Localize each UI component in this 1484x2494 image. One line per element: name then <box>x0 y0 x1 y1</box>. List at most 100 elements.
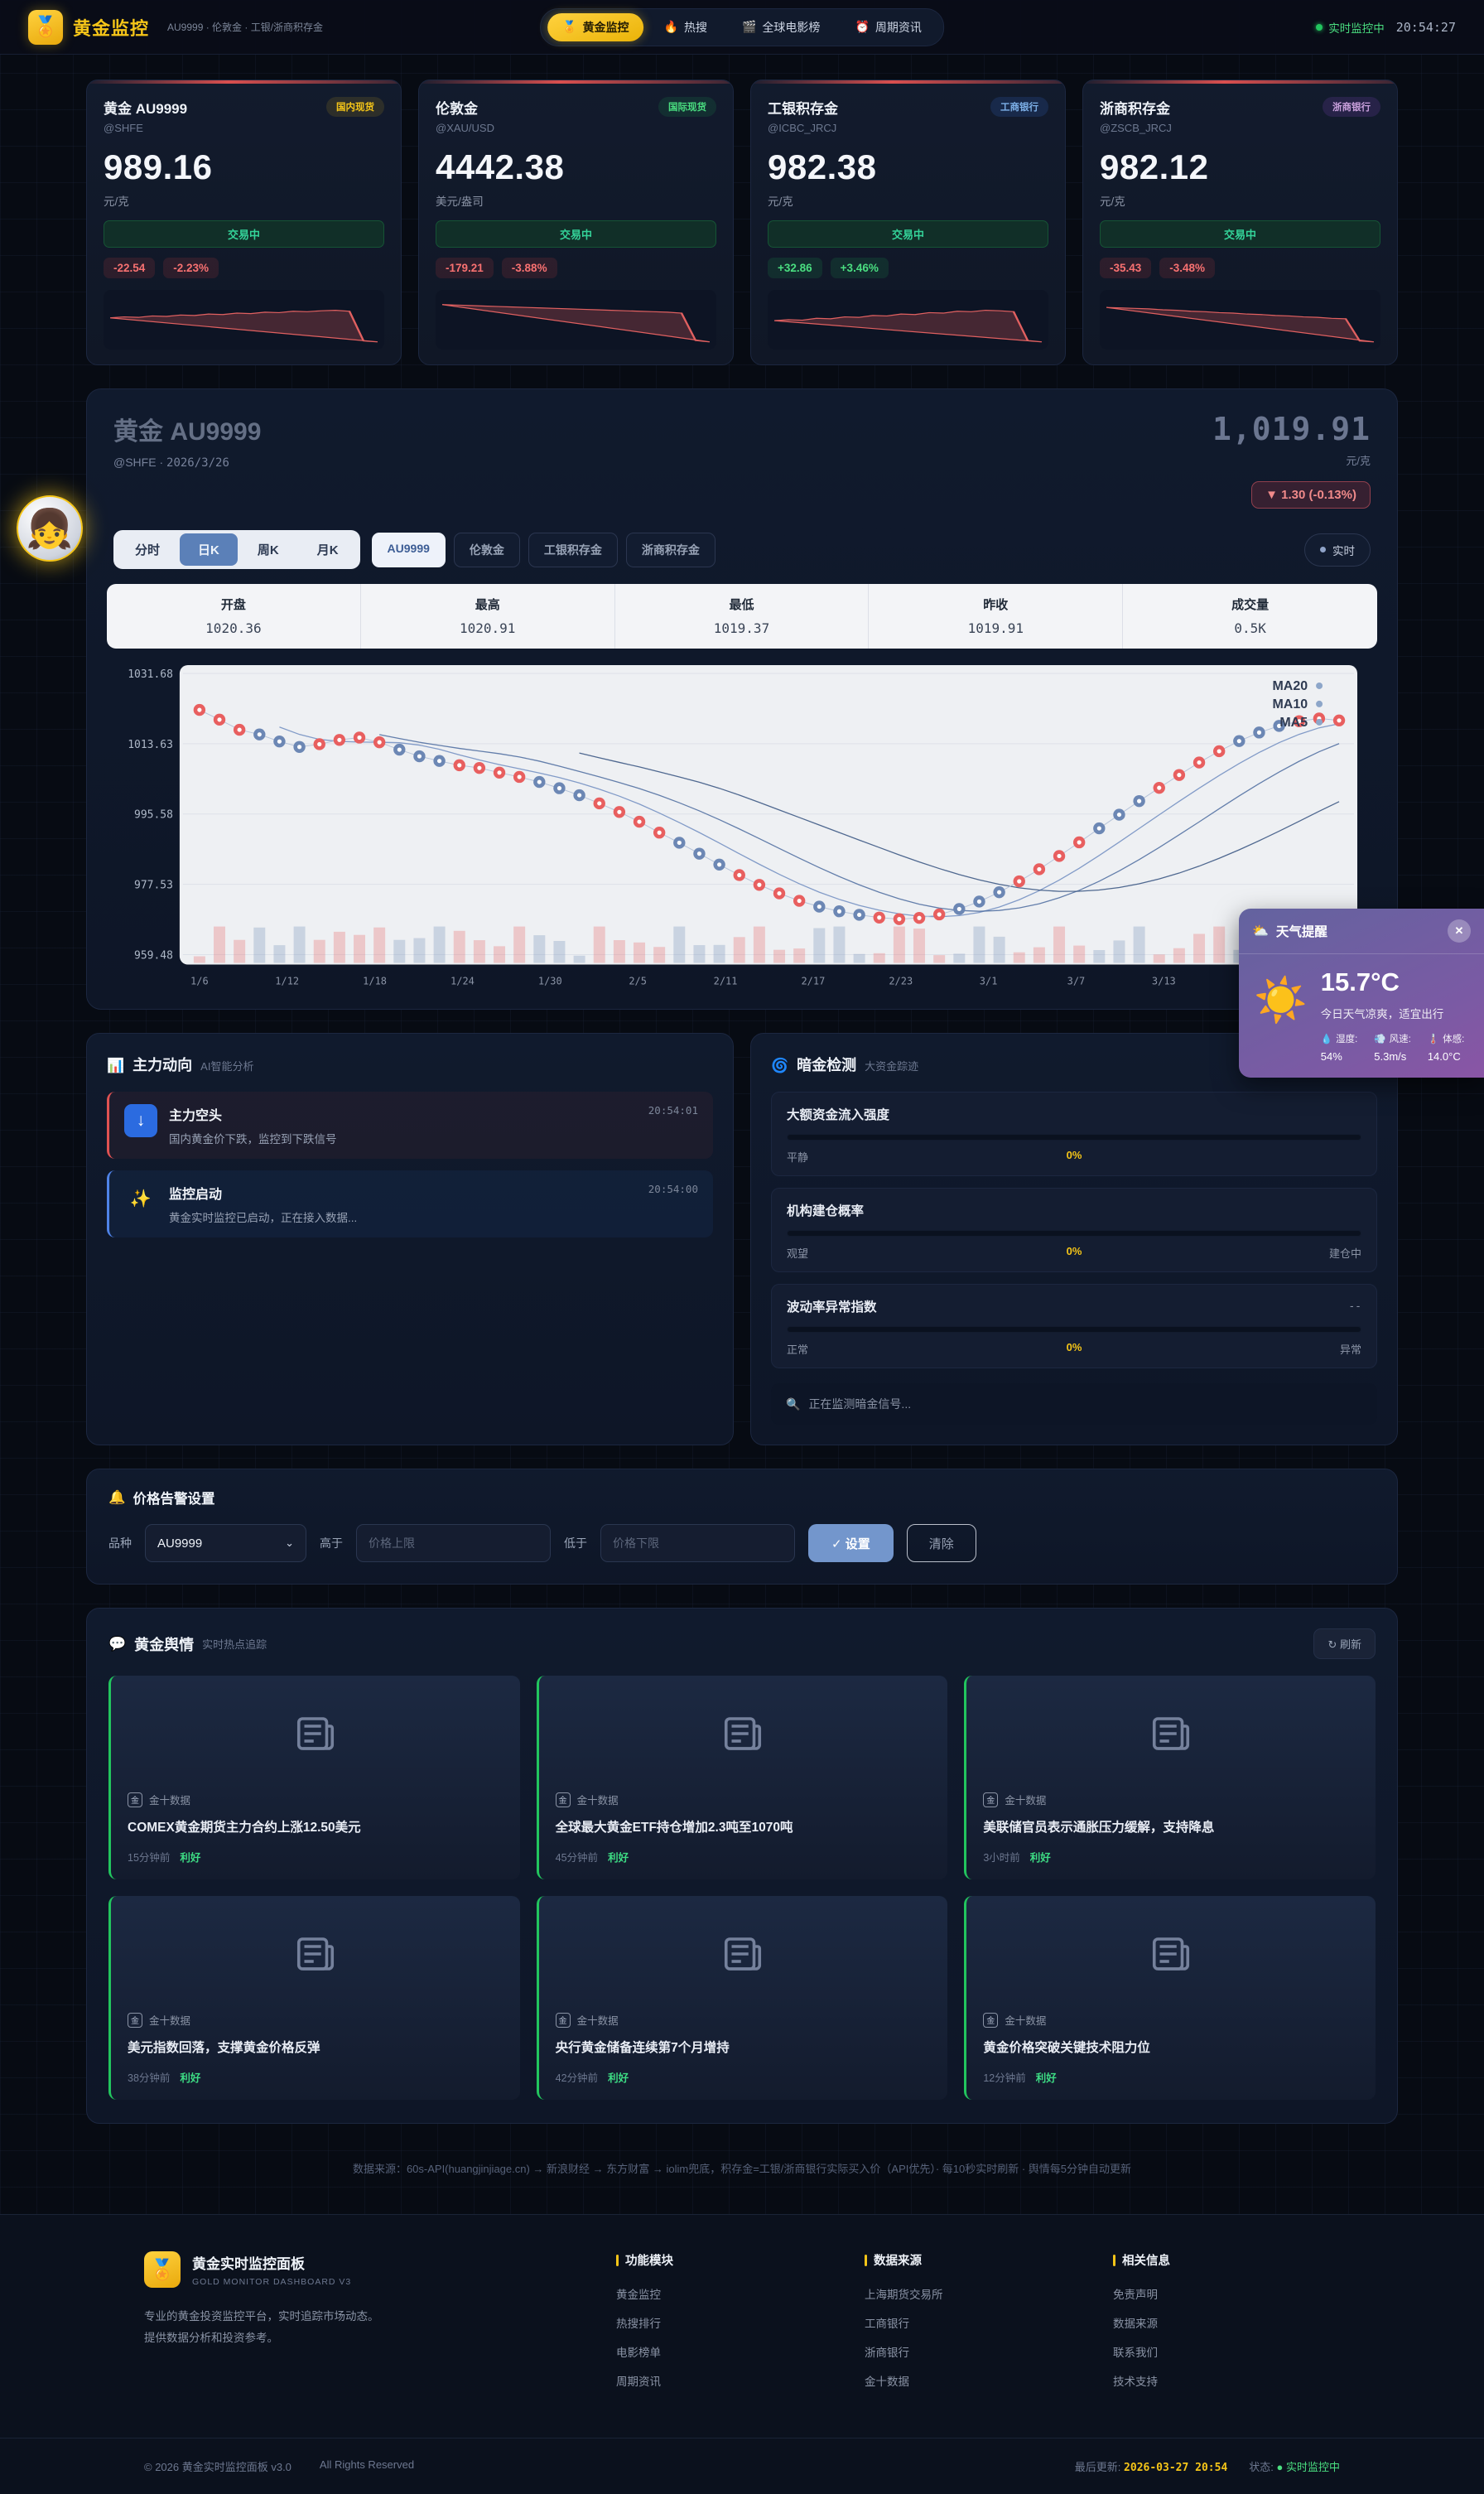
nav-tab-gold-monitor[interactable]: 🏅 黄金监控 <box>547 13 643 41</box>
period-tab-group: 分时 日K 周K 月K <box>113 530 360 569</box>
close-icon[interactable]: ✕ <box>1448 919 1471 943</box>
price-card-icbc[interactable]: 工银积存金 工商银行 @ICBC_JRCJ 982.38 元/克 交易中 +32… <box>750 80 1066 365</box>
footer-link[interactable]: 浙商银行 <box>865 2343 1113 2360</box>
footer-link[interactable]: 工商银行 <box>865 2314 1113 2331</box>
weather-title: 天气提醒 <box>1276 922 1327 940</box>
nav-tab-label: 全球电影榜 <box>762 19 820 36</box>
news-time: 15分钟前 <box>128 1849 170 1864</box>
app-title: 黄金监控 <box>73 14 149 41</box>
news-source: 金十数据 <box>149 1792 190 1807</box>
card-unit: 元/克 <box>104 192 384 209</box>
droplet-icon: 💧 <box>1321 1033 1332 1044</box>
news-source: 金十数据 <box>1005 1792 1046 1807</box>
tab-period-daily[interactable]: 日K <box>180 533 238 566</box>
card-title: 工银积存金 <box>768 97 838 118</box>
temperature: 15.7°C <box>1321 967 1465 997</box>
tab-instrument-au9999[interactable]: AU9999 <box>372 533 446 567</box>
chart-symbol-title: 黄金 AU9999 <box>113 411 261 447</box>
news-card[interactable]: 金金十数据黄金价格突破关键技术阻力位12分钟前利好 <box>964 1896 1376 2100</box>
panel-title: 暗金检测 <box>797 1054 856 1075</box>
symbol-select[interactable]: AU9999 ⌄ <box>145 1524 306 1562</box>
bell-icon: 🔔 <box>108 1490 126 1506</box>
footer-link[interactable]: 热搜排行 <box>616 2314 865 2331</box>
ohlc-stats-bar: 开盘1020.36 最高1020.91 最低1019.37 昨收1019.91 … <box>107 584 1377 649</box>
footer-link[interactable]: 上海期货交易所 <box>865 2285 1113 2302</box>
down-arrow-icon: ↓ <box>124 1104 157 1137</box>
change-percent: -2.23% <box>163 258 219 278</box>
cyclone-icon: 🌀 <box>771 1058 788 1074</box>
card-badge: 浙商银行 <box>1323 97 1380 117</box>
footer-link[interactable]: 技术支持 <box>1113 2372 1340 2389</box>
footer-brand-col: 🏅 黄金实时监控面板 GOLD MONITOR DASHBOARD V3 专业的… <box>144 2251 616 2401</box>
nav-tab-movies[interactable]: 🎬 全球电影榜 <box>727 13 835 41</box>
clear-alert-button[interactable]: 清除 <box>907 1524 976 1562</box>
feels-like-stat: 🌡️体感: 14.0°C <box>1428 1032 1465 1063</box>
stat-label: 成交量 <box>1123 596 1377 613</box>
sparkline <box>436 290 716 350</box>
card-code: @SHFE <box>104 122 384 134</box>
signal-title: 监控启动 <box>169 1183 357 1203</box>
footer-link[interactable]: 联系我们 <box>1113 2343 1340 2360</box>
news-card[interactable]: 金金十数据央行黄金储备连续第7个月增持42分钟前利好 <box>537 1896 948 2100</box>
jin10-source-icon: 金 <box>128 2013 142 2028</box>
tab-period-weekly[interactable]: 周K <box>239 533 297 566</box>
realtime-badge: 实时 <box>1304 533 1371 567</box>
card-badge: 工商银行 <box>990 97 1048 117</box>
trading-status: 交易中 <box>1100 220 1380 248</box>
signal-item-start[interactable]: ✨ 监控启动 黄金实时监控已启动，正在接入数据... 20:54:00 <box>107 1170 713 1237</box>
footer-link[interactable]: 电影榜单 <box>616 2343 865 2360</box>
symbol-label: 品种 <box>108 1535 132 1551</box>
refresh-button[interactable]: ↻ 刷新 <box>1313 1628 1376 1659</box>
news-card[interactable]: 金金十数据美联储官员表示通胀压力缓解，支持降息3小时前利好 <box>964 1676 1376 1879</box>
assistant-avatar[interactable]: 👧 <box>17 495 83 562</box>
top-navbar: 🏅 黄金监控 AU9999 · 伦敦金 · 工银/浙商积存金 🏅 黄金监控 🔥 … <box>0 0 1484 55</box>
footer-link[interactable]: 周期资讯 <box>616 2372 865 2389</box>
magnifier-icon: 🔍 <box>786 1397 800 1411</box>
jin10-source-icon: 金 <box>128 1792 142 1807</box>
footer-link[interactable]: 黄金监控 <box>616 2285 865 2302</box>
news-thumbnail <box>983 1676 1359 1792</box>
price-card-zscb[interactable]: 浙商积存金 浙商银行 @ZSCB_JRCJ 982.12 元/克 交易中 -35… <box>1082 80 1398 365</box>
news-card[interactable]: 金金十数据COMEX黄金期货主力合约上涨12.50美元15分钟前利好 <box>108 1676 520 1879</box>
newspaper-icon <box>720 1711 765 1756</box>
footer-link[interactable]: 数据来源 <box>1113 2314 1340 2331</box>
svg-text:1031.68: 1031.68 <box>128 668 173 681</box>
metric-fund-inflow: 大额资金流入强度 平静 0% <box>771 1092 1377 1176</box>
tab-period-minute[interactable]: 分时 <box>117 533 178 566</box>
tab-instrument-icbc[interactable]: 工银积存金 <box>528 533 618 567</box>
nav-tab-cycle-news[interactable]: ⏰ 周期资讯 <box>840 13 936 41</box>
tab-period-monthly[interactable]: 月K <box>299 533 357 566</box>
footer-link[interactable]: 金十数据 <box>865 2372 1113 2389</box>
live-status: 实时监控中 <box>1316 19 1385 36</box>
news-source: 金十数据 <box>1005 2012 1046 2028</box>
news-headline: 全球最大黄金ETF持仓增加2.3吨至1070吨 <box>556 1817 932 1836</box>
updated-time: 2026-03-27 20:54 <box>1124 2462 1227 2474</box>
news-card[interactable]: 金金十数据全球最大黄金ETF持仓增加2.3吨至1070吨45分钟前利好 <box>537 1676 948 1879</box>
footer-link[interactable]: 免责声明 <box>1113 2285 1340 2302</box>
jin10-source-icon: 金 <box>983 1792 998 1807</box>
news-thumbnail <box>128 1896 504 2012</box>
card-price: 982.38 <box>768 147 1048 187</box>
main-nav: 🏅 黄金监控 🔥 热搜 🎬 全球电影榜 ⏰ 周期资讯 <box>540 8 944 46</box>
lower-price-input[interactable] <box>600 1524 795 1562</box>
signal-desc: 黄金实时监控已启动，正在接入数据... <box>169 1208 357 1225</box>
price-card-au9999[interactable]: 黄金 AU9999 国内现货 @SHFE 989.16 元/克 交易中 -22.… <box>86 80 402 365</box>
tab-instrument-zscb[interactable]: 浙商积存金 <box>626 533 716 567</box>
newspaper-icon <box>1149 1932 1193 1976</box>
stat-label: 最高 <box>361 596 614 613</box>
card-unit: 元/克 <box>1100 192 1380 209</box>
set-alert-button[interactable]: ✓ 设置 <box>808 1524 894 1562</box>
kline-chart-area[interactable]: 1031.681013.63995.58977.53959.48MA20MA10… <box>107 660 1377 992</box>
footer-col-info: 相关信息 免责声明 数据来源 联系我们 技术支持 <box>1113 2251 1340 2401</box>
news-headline: COMEX黄金期货主力合约上涨12.50美元 <box>128 1817 504 1836</box>
card-badge: 国内现货 <box>326 97 384 117</box>
upper-price-input[interactable] <box>356 1524 551 1562</box>
metric-volatility-index: 波动率异常指数 -- 正常 0% 异常 <box>771 1284 1377 1368</box>
tab-instrument-london[interactable]: 伦敦金 <box>454 533 520 567</box>
news-card[interactable]: 金金十数据美元指数回落，支撑黄金价格反弹38分钟前利好 <box>108 1896 520 2100</box>
copyright: © 2026 黄金实时监控面板 v3.0 <box>144 2458 292 2474</box>
nav-tab-hot-search[interactable]: 🔥 热搜 <box>649 13 722 41</box>
footer-desc: 专业的黄金投资监控平台，实时追踪市场动态。 <box>144 2306 616 2328</box>
signal-item-short[interactable]: ↓ 主力空头 国内黄金价下跌，监控到下跌信号 20:54:01 <box>107 1092 713 1159</box>
price-card-london-gold[interactable]: 伦敦金 国际现货 @XAU/USD 4442.38 美元/盎司 交易中 -179… <box>418 80 734 365</box>
